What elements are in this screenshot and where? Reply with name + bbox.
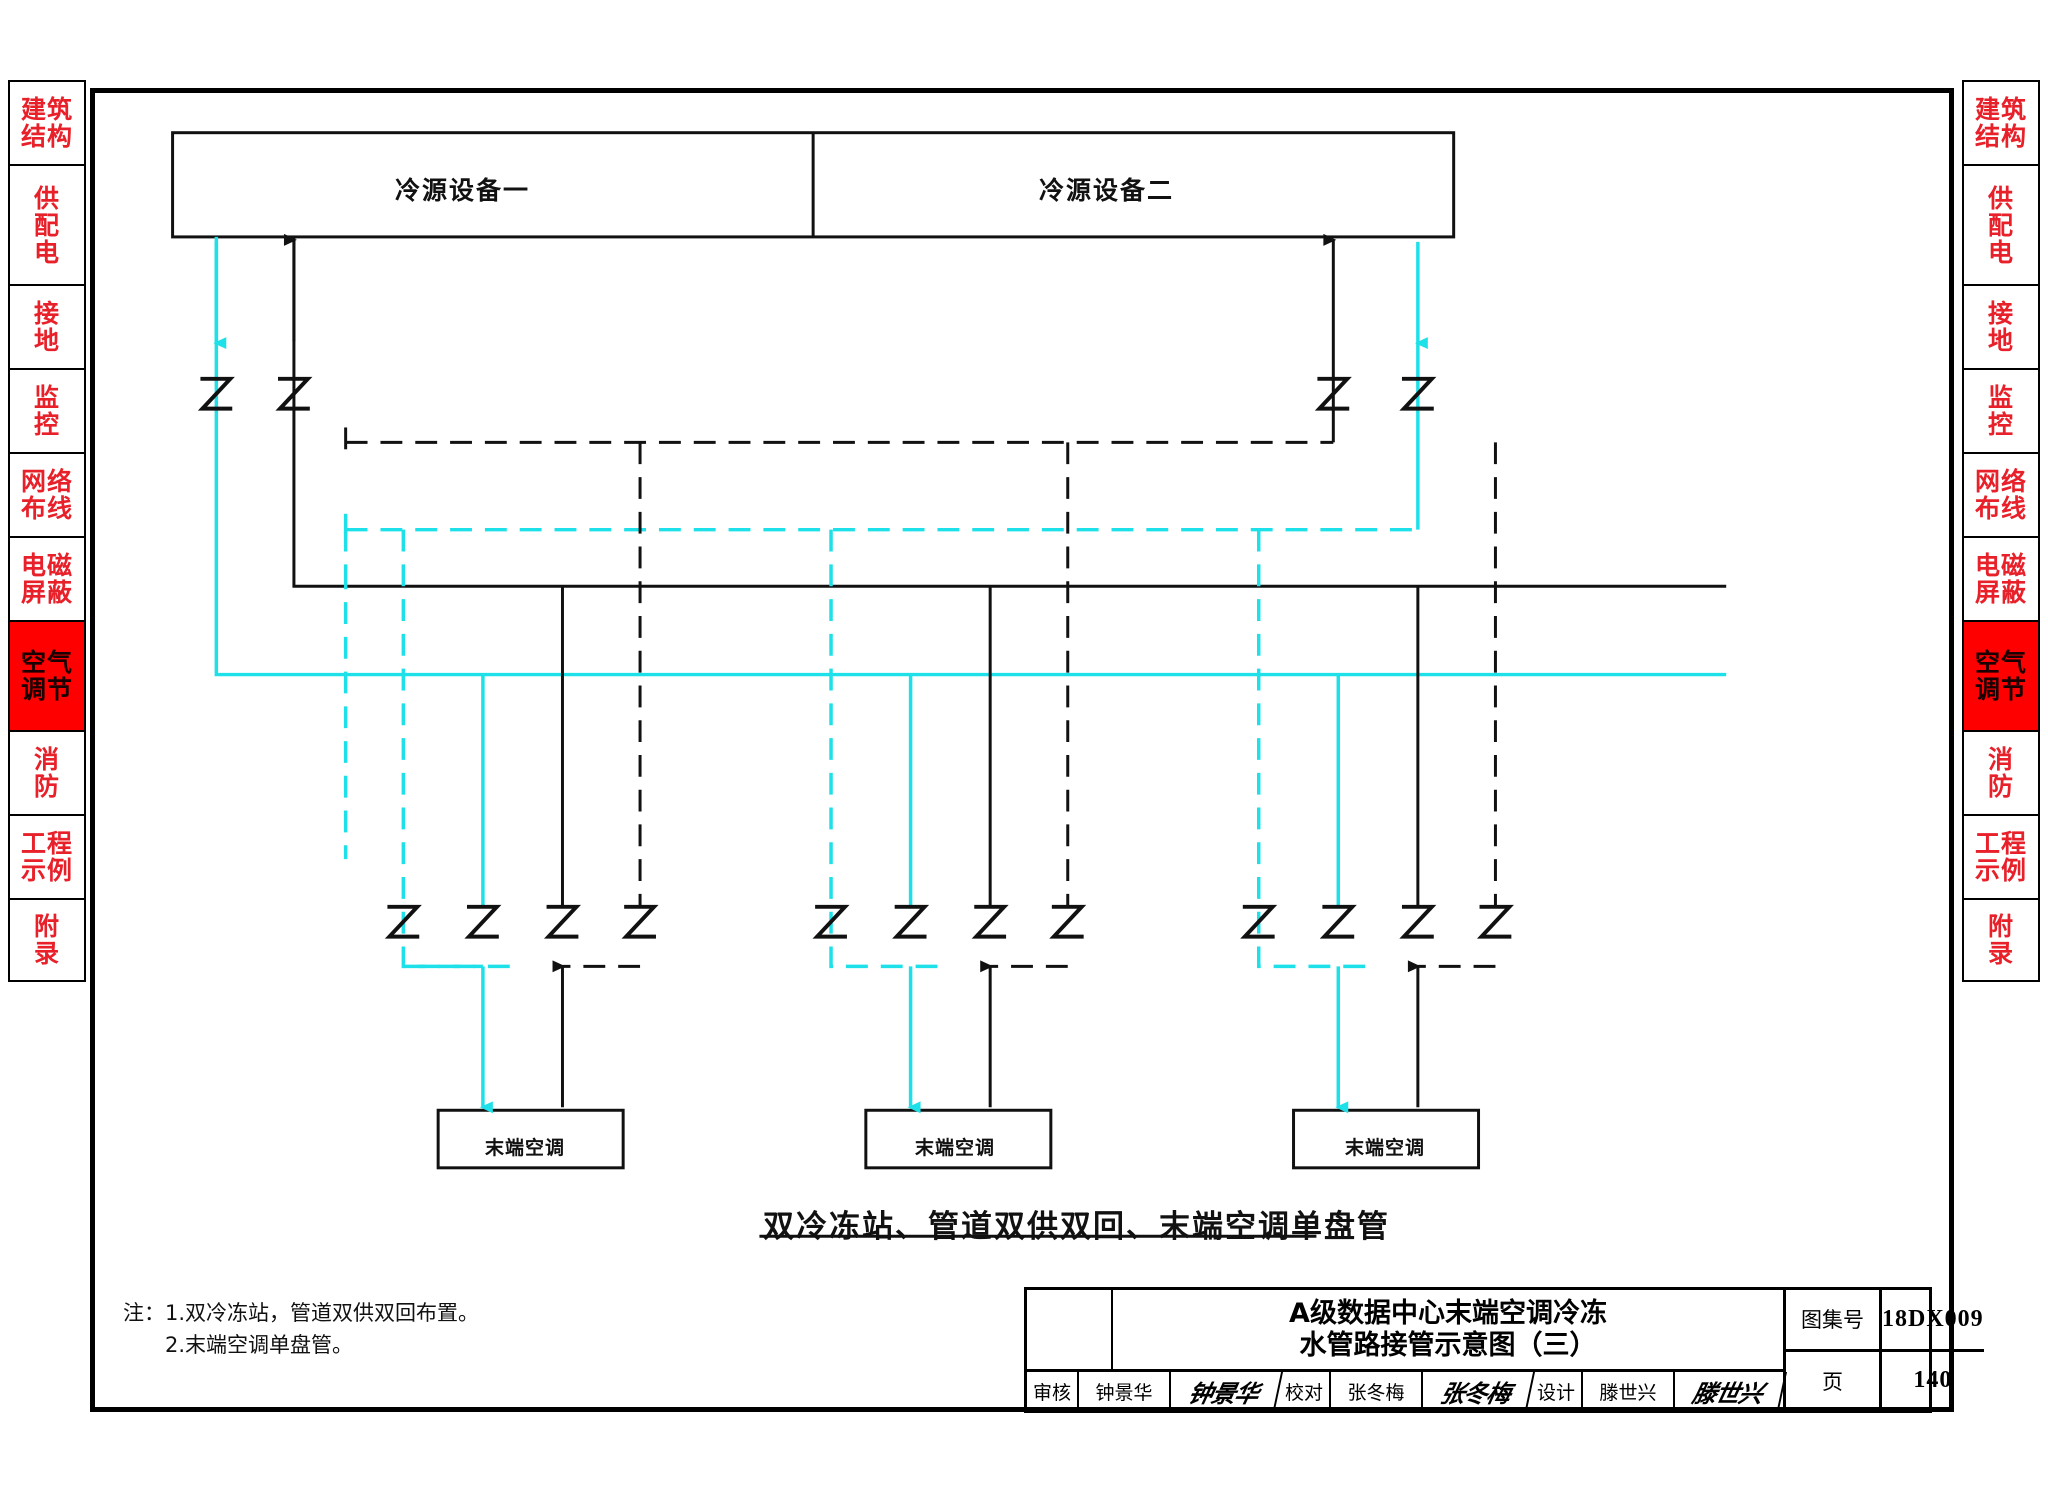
sidebar-item-label: 工程 示例 (20, 829, 73, 885)
branch-group-3 (1256, 442, 1497, 1114)
sidebar-item-label: 空气 调节 (1974, 648, 2027, 704)
flex-joint-branch-group (384, 904, 1514, 939)
title-block-spacer (1027, 1290, 1113, 1369)
notes-prefix: 注： (123, 1301, 165, 1325)
sidebar-item-jianzhu-jiegou-left[interactable]: 建筑 结构 (8, 80, 86, 164)
atlas-number-row: 图集号 18DX009 (1786, 1290, 1984, 1352)
signature-mark-2: 张冬梅 (1418, 1372, 1536, 1410)
sidebar-item-gongpeidian-left[interactable]: 供配电 (8, 164, 86, 284)
sidebar-item-label: 附录 (1987, 912, 2014, 968)
sidebar-left: 建筑 结构供配电接地监控网络 布线电磁 屏蔽空气 调节消防工程 示例附录 (8, 80, 86, 982)
terminal-ac-2-label: 末端空调 (915, 1137, 996, 1159)
sidebar-item-label: 接地 (33, 299, 60, 355)
page-number-label: 页 (1786, 1351, 1882, 1410)
sheet-title-line-1: A级数据中心末端空调冷冻 (1289, 1297, 1607, 1329)
atlas-number-label: 图集号 (1786, 1290, 1882, 1349)
sidebar-item-label: 供配电 (1987, 183, 2014, 267)
title-block-main: A级数据中心末端空调冷冻 水管路接管示意图（三） 审核 钟景华 钟景华 校对 张冬梅 张冬… (1027, 1290, 1788, 1410)
sidebar-item-gongcheng-shili-right[interactable]: 工程 示例 (1962, 814, 2040, 898)
sidebar-item-fulu-left[interactable]: 附录 (8, 898, 86, 982)
drawing-caption: 双冷冻站、管道双供双回、末端空调单盘管 (763, 1209, 1390, 1245)
signature-name-3: 滕世兴 (1583, 1372, 1675, 1410)
sidebar-item-wangluo-buxian-right[interactable]: 网络 布线 (1962, 452, 2040, 536)
sidebar-item-kongqi-tiaojie-right[interactable]: 空气 调节 (1962, 620, 2040, 730)
sidebar-item-xiaofang-right[interactable]: 消防 (1962, 730, 2040, 814)
title-block: A级数据中心末端空调冷冻 水管路接管示意图（三） 审核 钟景华 钟景华 校对 张冬梅 张冬… (1024, 1287, 1984, 1413)
sidebar-item-jiedi-left[interactable]: 接地 (8, 284, 86, 368)
sidebar-item-fulu-right[interactable]: 附录 (1962, 898, 2040, 982)
title-block-right: 图集号 18DX009 页 140 (1786, 1290, 1984, 1410)
page-number-row: 页 140 (1786, 1351, 1984, 1410)
chiller-plant-2-label: 冷源设备二 (1039, 176, 1175, 205)
sidebar-item-label: 网络 布线 (1974, 467, 2027, 523)
signature-mark-3: 滕世兴 (1670, 1372, 1788, 1410)
sidebar-item-jianzhu-jiegou-right[interactable]: 建筑 结构 (1962, 80, 2040, 164)
signature-name-2: 张冬梅 (1331, 1372, 1423, 1410)
sidebar-right: 建筑 结构供配电接地监控网络 布线电磁 屏蔽空气 调节消防工程 示例附录 (1962, 80, 2040, 982)
sidebar-item-gongpeidian-right[interactable]: 供配电 (1962, 164, 2040, 284)
sidebar-item-label: 消防 (1987, 745, 2014, 801)
note-item-2: 2.末端空调单盘管。 (165, 1332, 354, 1357)
return-main-solid (292, 236, 1727, 588)
sidebar-item-label: 供配电 (33, 183, 60, 267)
signature-role-1: 审核 (1027, 1372, 1079, 1410)
chiller-plant-1-label: 冷源设备一 (395, 176, 531, 205)
sidebar-item-diancizhibi-right[interactable]: 电磁 屏蔽 (1962, 536, 2040, 620)
sidebar-item-kongqi-tiaojie-left[interactable]: 空气 调节 (8, 620, 86, 730)
atlas-number-value: 18DX009 (1882, 1305, 1984, 1332)
chiller-plant-boxes (171, 131, 1456, 239)
sheet-title: A级数据中心末端空调冷冻 水管路接管示意图（三） (1113, 1290, 1783, 1369)
drawing-page: 建筑 结构供配电接地监控网络 布线电磁 屏蔽空气 调节消防工程 示例附录 建筑 结构供配电接… (0, 0, 2048, 1497)
branch-group-1 (343, 442, 642, 1114)
sidebar-item-xiaofang-left[interactable]: 消防 (8, 730, 86, 814)
supply-main-solid (213, 236, 1727, 677)
sidebar-item-jiankong-left[interactable]: 监控 (8, 368, 86, 452)
sidebar-item-label: 电磁 屏蔽 (20, 551, 73, 607)
sidebar-item-label: 建筑 结构 (20, 95, 73, 151)
signature-row: 审核 钟景华 钟景华 校对 张冬梅 张冬梅 设计 滕世兴 滕世兴 (1027, 1372, 1788, 1410)
sidebar-item-label: 消防 (33, 745, 60, 801)
sidebar-item-label: 空气 调节 (20, 648, 73, 704)
signature-mark-1: 钟景华 (1166, 1372, 1284, 1410)
sidebar-item-diancizhibi-left[interactable]: 电磁 屏蔽 (8, 536, 86, 620)
branch-group-2 (829, 442, 1070, 1114)
sheet-title-line-2: 水管路接管示意图（三） (1299, 1329, 1597, 1361)
terminal-ac-1-label: 末端空调 (485, 1137, 566, 1159)
sidebar-item-label: 接地 (1987, 299, 2014, 355)
signature-role-2: 校对 (1279, 1372, 1331, 1410)
title-block-title-row: A级数据中心末端空调冷冻 水管路接管示意图（三） (1027, 1290, 1783, 1372)
sidebar-item-label: 工程 示例 (1974, 829, 2027, 885)
flex-joint-riser-group (197, 376, 1437, 411)
sidebar-item-label: 监控 (1987, 383, 2014, 439)
drawing-frame: 冷源设备一 冷源设备二 末端空调 末端空调 末端空调 双冷冻站、管道双供双回、末… (90, 88, 1954, 1412)
signature-name-1: 钟景华 (1079, 1372, 1171, 1410)
sidebar-item-jiedi-right[interactable]: 接地 (1962, 284, 2040, 368)
sidebar-item-label: 建筑 结构 (1974, 95, 2027, 151)
sidebar-item-label: 电磁 屏蔽 (1974, 551, 2027, 607)
note-item-1: 1.双冷冻站，管道双供双回布置。 (165, 1301, 480, 1325)
return-secondary-dashed (344, 427, 1334, 461)
sidebar-item-gongcheng-shili-left[interactable]: 工程 示例 (8, 814, 86, 898)
sidebar-item-jiankong-right[interactable]: 监控 (1962, 368, 2040, 452)
page-number-value: 140 (1913, 1367, 1953, 1394)
sidebar-item-label: 网络 布线 (20, 467, 73, 523)
sidebar-item-wangluo-buxian-left[interactable]: 网络 布线 (8, 452, 86, 536)
terminal-ac-3-label: 末端空调 (1345, 1137, 1426, 1159)
sidebar-item-label: 监控 (33, 383, 60, 439)
notes-block: 注： 1.双冷冻站，管道双供双回布置。 2.末端空调单盘管。 (123, 1298, 479, 1361)
signature-role-3: 设计 (1531, 1372, 1583, 1410)
sidebar-item-label: 附录 (33, 912, 60, 968)
